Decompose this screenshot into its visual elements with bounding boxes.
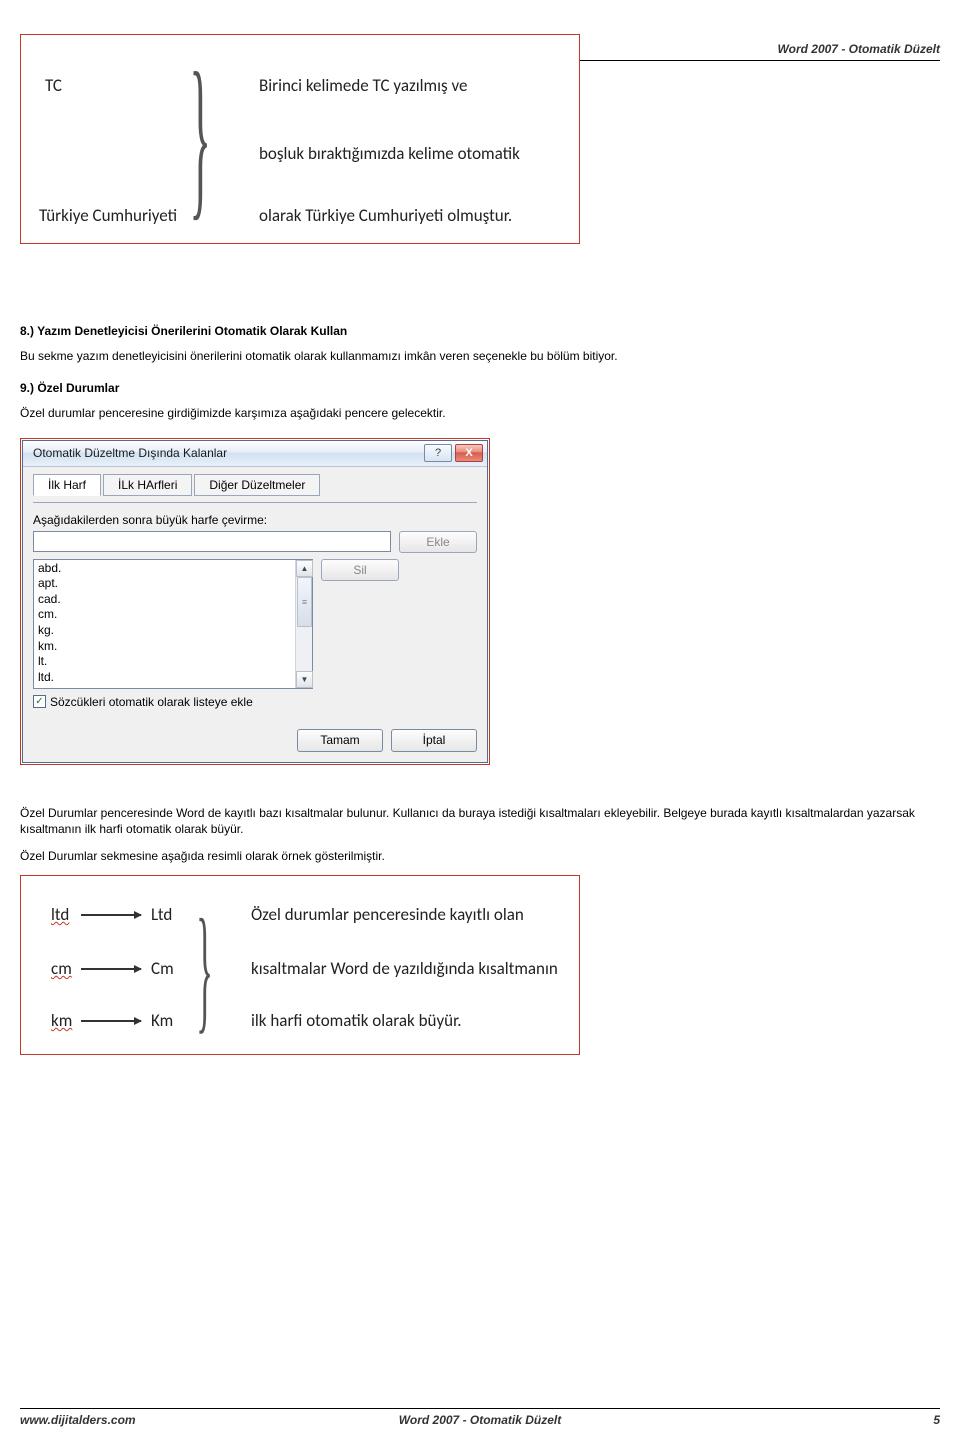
tab-other-corrections[interactable]: Diğer Düzeltmeler [194,474,320,496]
figure-autocorrect-example-2: ltd Ltd cm Cm km Km } Özel durumlar penc… [20,875,580,1055]
dialog-title: Otomatik Düzeltme Dışında Kalanlar [33,446,421,460]
delete-button[interactable]: Sil [321,559,399,581]
ok-button[interactable]: Tamam [297,729,383,752]
autocorrect-exceptions-dialog: Otomatik Düzeltme Dışında Kalanlar ? X İ… [22,440,488,763]
header-title: Word 2007 - Otomatik Düzelt [778,42,940,56]
footer: www.dijitalders.com Word 2007 - Otomatik… [20,1413,940,1427]
fig2-b3: Km [151,1010,173,1031]
tab-initial-caps-label: İLk HArfleri [118,478,177,492]
fig2-desc2: kısaltmalar Word de yazıldığında kısaltm… [251,958,558,979]
list-item[interactable]: abd. [38,561,291,577]
list-item[interactable]: cm. [38,607,291,623]
close-button[interactable]: X [455,444,483,462]
list-item[interactable]: kg. [38,623,291,639]
scroll-thumb[interactable]: ≡ [297,577,312,627]
dialog-titlebar: Otomatik Düzeltme Dışında Kalanlar ? X [23,441,487,467]
fig1-r2: boşluk bıraktığımızda kelime otomatik [259,143,520,164]
fig2-desc3: ilk harfi otomatik olarak büyür. [251,1010,462,1031]
tab-other-corrections-label: Diğer Düzeltmeler [209,478,305,492]
fig2-desc1: Özel durumlar penceresinde kayıtlı olan [251,904,524,925]
cancel-button[interactable]: İptal [391,729,477,752]
add-button[interactable]: Ekle [399,531,477,553]
dialog-tabs: İlk Harf İLk HArfleri Diğer Düzeltmeler [33,473,477,495]
section-9-title: 9.) Özel Durumlar [20,381,940,395]
footer-title: Word 2007 - Otomatik Düzelt [327,1413,634,1427]
after-dialog-p1: Özel Durumlar penceresinde Word de kayıt… [20,805,940,839]
auto-add-checkbox-label: Sözcükleri otomatik olarak listeye ekle [50,695,253,709]
section-9-body: Özel durumlar penceresine girdiğimizde k… [20,405,940,422]
fig2-b1: Ltd [151,904,172,925]
footer-page-number: 5 [633,1413,940,1427]
tab-initial-caps[interactable]: İLk HArfleri [103,474,192,496]
exceptions-list-items: abd. apt. cad. cm. kg. km. lt. ltd. [34,560,295,688]
figure-autocorrect-example-1: TC Türkiye Cumhuriyeti } Birinci kelimed… [20,34,580,244]
after-dialog-p2: Özel Durumlar sekmesine aşağıda resimli … [20,848,940,865]
arrow-icon [81,968,141,970]
exceptions-listbox[interactable]: abd. apt. cad. cm. kg. km. lt. ltd. ▲ ≡ [33,559,313,689]
brace-icon: } [189,55,211,217]
arrow-icon [81,1020,141,1022]
fig2-a2: cm [51,958,72,979]
scroll-down-icon[interactable]: ▼ [296,671,313,688]
tab-first-letter[interactable]: İlk Harf [33,474,101,496]
list-item[interactable]: cad. [38,592,291,608]
arrow-icon [81,914,141,916]
brace-icon: } [196,906,213,1032]
auto-add-checkbox[interactable]: ✓ [33,695,46,708]
fig1-r1: Birinci kelimede TC yazılmış ve [259,75,467,96]
list-item[interactable]: apt. [38,576,291,592]
scroll-up-icon[interactable]: ▲ [296,560,313,577]
list-item[interactable]: ltd. [38,670,291,686]
fig2-a3: km [51,1010,72,1031]
help-button[interactable]: ? [424,444,452,462]
section-8-title: 8.) Yazım Denetleyicisi Önerilerini Otom… [20,324,940,338]
fig1-left1: TC [45,75,62,96]
list-item[interactable]: lt. [38,654,291,670]
dont-capitalize-after-label: Aşağıdakilerden sonra büyük harfe çevirm… [33,513,477,527]
list-item[interactable]: km. [38,639,291,655]
fig1-r3: olarak Türkiye Cumhuriyeti olmuştur. [259,205,512,226]
tab-first-letter-label: İlk Harf [48,478,86,492]
fig2-a1: ltd [51,904,69,925]
footer-rule [20,1408,940,1409]
footer-url: www.dijitalders.com [20,1413,327,1427]
fig1-left2: Türkiye Cumhuriyeti [39,205,177,226]
exception-input[interactable] [33,531,391,552]
dialog-screenshot-frame: Otomatik Düzeltme Dışında Kalanlar ? X İ… [20,438,490,765]
section-8-body: Bu sekme yazım denetleyicisini önerileri… [20,348,940,365]
fig2-b2: Cm [151,958,174,979]
list-scrollbar[interactable]: ▲ ≡ ▼ [295,560,312,688]
